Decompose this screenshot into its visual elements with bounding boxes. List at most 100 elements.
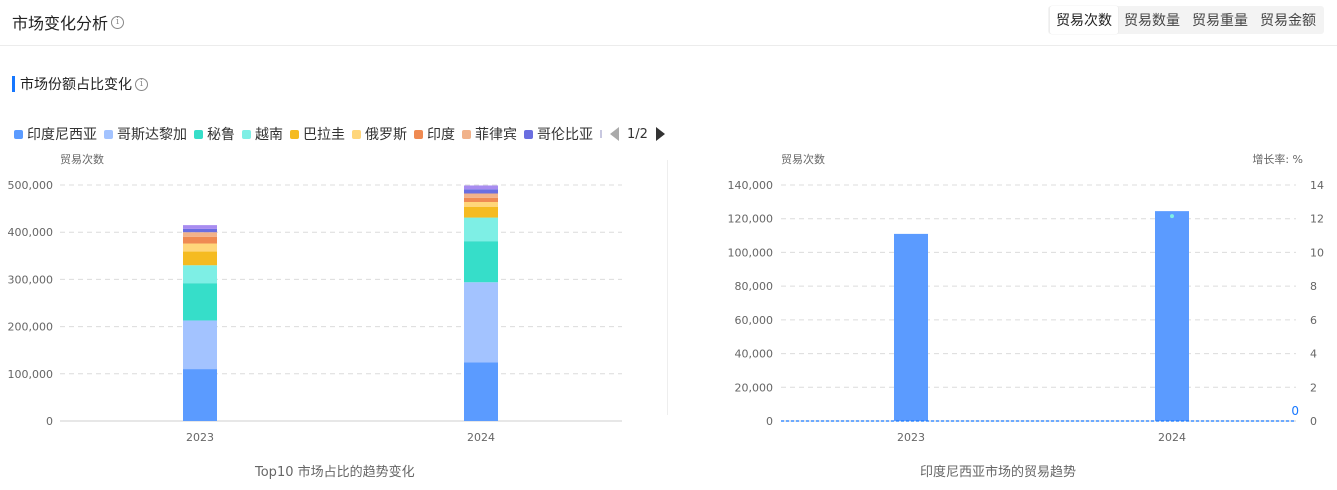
bar-segment (183, 320, 217, 370)
bar-segment (464, 282, 498, 363)
legend-pager: 1/2 (610, 127, 665, 142)
bar-segment (183, 369, 217, 421)
tab-trade-quantity[interactable]: 贸易数量 (1118, 6, 1186, 34)
tab-trade-amount[interactable]: 贸易金额 (1254, 6, 1322, 34)
y2-tick-label: 14 (1310, 179, 1324, 192)
bar-segment (183, 236, 217, 244)
y2-tick-label: 12 (1310, 213, 1324, 226)
section-info-icon[interactable]: i (135, 77, 148, 91)
y-tick-label: 80,000 (735, 280, 774, 293)
bar-segment (464, 241, 498, 283)
tab-trade-weight[interactable]: 贸易重量 (1186, 6, 1254, 34)
page-title: 市场变化分析 i (12, 10, 125, 34)
bar-segment (183, 251, 217, 266)
legend-label: 秘鲁 (207, 127, 235, 143)
page-title-text: 市场变化分析 (12, 14, 109, 33)
y-tick-label: 100,000 (728, 246, 774, 259)
y-tick-label: 20,000 (735, 381, 774, 394)
legend-prev-icon[interactable] (610, 127, 619, 141)
y-tick-label: 100,000 (8, 368, 54, 381)
legend: 印度尼西亚 哥斯达黎加 秘鲁 越南 巴拉圭 俄罗斯 印度 菲律宾 哥伦比亚 1/… (14, 124, 665, 144)
legend-item-costa-rica[interactable]: 哥斯达黎加 (104, 124, 187, 144)
stacked-bar-chart: 贸易次数 0 100,000 200,000 300,000 400,000 500,00… (8, 152, 622, 444)
y-tick-label: 0 (766, 415, 773, 428)
legend-label: 巴拉圭 (303, 127, 345, 143)
bar-segment (183, 225, 217, 229)
legend-item-philippines[interactable]: 菲律宾 (462, 124, 517, 144)
legend-next-icon[interactable] (655, 127, 665, 141)
y-tick-label: 140,000 (728, 179, 774, 192)
legend-label: 印度尼西亚 (27, 127, 97, 143)
highlight-point (1170, 214, 1174, 219)
growth-end-label: 0 (1291, 404, 1299, 418)
right-y2label: 增长率: % (1252, 152, 1303, 166)
section-title-text: 市场份额占比变化 (20, 77, 132, 93)
x-tick-label: 2023 (186, 431, 214, 444)
right-chart-title: 印度尼西亚市场的贸易趋势 (920, 465, 1077, 480)
legend-swatch (14, 129, 23, 139)
bar-segment (464, 362, 498, 421)
legend-label: 俄罗斯 (365, 127, 407, 143)
y2-tick-label: 0 (1310, 415, 1317, 428)
x-tick-label: 2023 (897, 431, 925, 444)
tab-trade-count[interactable]: 贸易次数 (1050, 6, 1118, 34)
y-tick-label: 60,000 (735, 314, 774, 327)
y2-tick-label: 4 (1310, 348, 1317, 361)
legend-item-paraguay[interactable]: 巴拉圭 (290, 124, 345, 144)
bar-segment (464, 197, 498, 202)
legend-item-russia[interactable]: 俄罗斯 (352, 124, 407, 144)
bar-segment (464, 206, 498, 218)
bar-segment (464, 185, 498, 190)
y-tick-label: 500,000 (8, 179, 54, 192)
left-ylabel: 贸易次数 (60, 152, 104, 166)
legend-item-indonesia[interactable]: 印度尼西亚 (14, 124, 97, 144)
bar-segment (183, 243, 217, 252)
legend-swatch (524, 129, 533, 139)
chart-divider (667, 160, 668, 415)
right-ylabel: 贸易次数 (781, 152, 825, 166)
bar-segment (464, 193, 498, 198)
indonesia-trend-chart: 贸易次数 增长率: % 0 020,000 240,000 460,000 680,00… (728, 152, 1325, 444)
bar-segment (464, 189, 498, 194)
legend-swatch (290, 129, 299, 139)
legend-swatch (352, 129, 361, 139)
left-chart-title: Top10 市场占比的趋势变化 (255, 465, 415, 480)
y-tick-label: 40,000 (735, 348, 774, 361)
y2-tick-label: 10 (1310, 246, 1324, 259)
y-tick-label: 0 (46, 415, 53, 428)
bar (1155, 211, 1189, 421)
legend-swatch (414, 129, 423, 139)
legend-swatch (462, 129, 471, 139)
legend-overflow-marker (600, 130, 602, 138)
bar-segment (183, 232, 217, 237)
bar (894, 233, 928, 421)
y2-tick-label: 8 (1310, 280, 1317, 293)
legend-swatch (194, 129, 203, 139)
legend-item-colombia[interactable]: 哥伦比亚 (524, 124, 593, 144)
info-icon[interactable]: i (111, 15, 125, 29)
bar-segment (464, 217, 498, 242)
section-title: 市场份额占比变化 i (12, 76, 148, 93)
page: 市场变化分析 i 贸易次数 贸易数量 贸易重量 贸易金额 市场份额占比变化 i … (0, 0, 1337, 490)
legend-label: 哥斯达黎加 (117, 127, 187, 143)
legend-label: 印度 (427, 127, 455, 143)
y2-tick-label: 2 (1310, 381, 1317, 394)
bar-segment (464, 201, 498, 207)
legend-swatch (242, 129, 251, 139)
legend-label: 越南 (255, 127, 283, 143)
legend-item-peru[interactable]: 秘鲁 (194, 124, 235, 144)
legend-page-indicator: 1/2 (627, 126, 648, 142)
y2-tick-label: 6 (1310, 314, 1317, 327)
legend-item-vietnam[interactable]: 越南 (242, 124, 283, 144)
y-tick-label: 400,000 (8, 226, 54, 239)
y-tick-label: 120,000 (728, 213, 774, 226)
header: 市场变化分析 i 贸易次数 贸易数量 贸易重量 贸易金额 (0, 0, 1337, 46)
x-tick-label: 2024 (1158, 431, 1186, 444)
y-tick-label: 300,000 (8, 273, 54, 286)
legend-label: 哥伦比亚 (537, 127, 593, 143)
x-tick-label: 2024 (467, 431, 495, 444)
bar-segment (183, 228, 217, 233)
legend-item-india[interactable]: 印度 (414, 124, 455, 144)
bar-segment (183, 265, 217, 284)
legend-label: 菲律宾 (475, 127, 517, 143)
